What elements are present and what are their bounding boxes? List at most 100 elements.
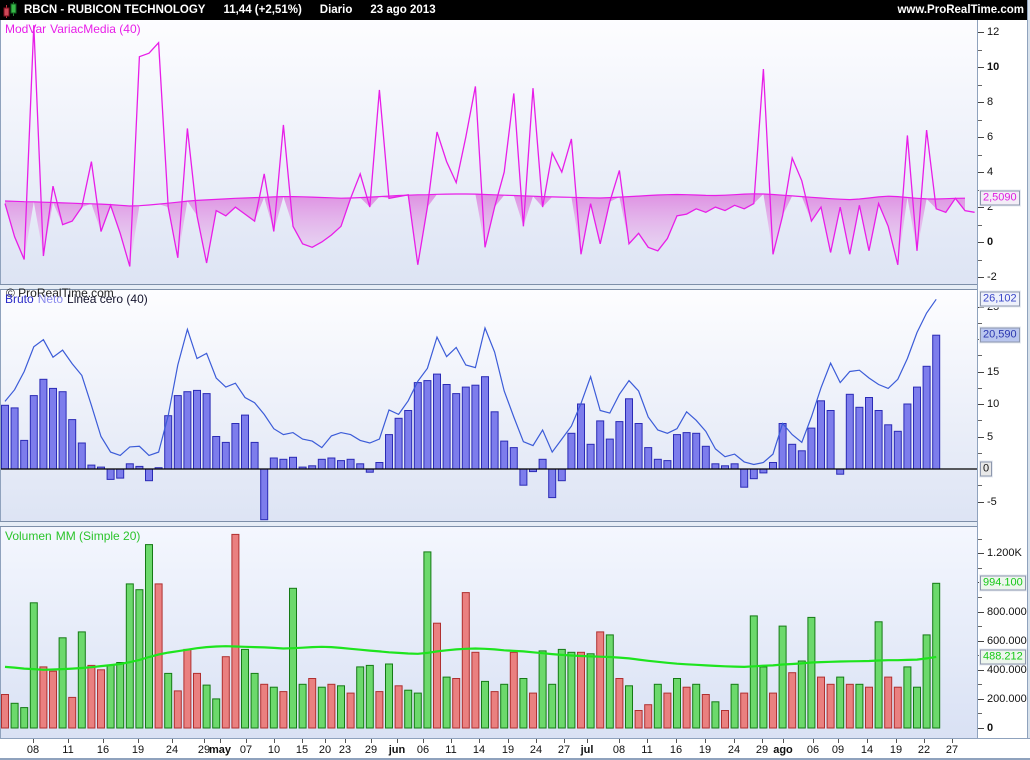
indicator-name-linea-cero: Linea cero (40) (67, 292, 148, 306)
axis-minor-tick (978, 50, 982, 51)
last-value-box-volume: 994.100 (980, 576, 1026, 591)
axis-tick-label: -5 (987, 496, 997, 508)
date-label: 16 (670, 744, 682, 756)
date-tick (397, 739, 398, 743)
indicator-name-volumen: Volumen (5, 529, 52, 543)
month-label: ago (773, 744, 793, 756)
axis-tick (978, 553, 984, 554)
date-label: 06 (417, 744, 429, 756)
last-value-box-neto: 20,590 (980, 328, 1020, 343)
date-label: 09 (832, 744, 844, 756)
date-tick (813, 739, 814, 743)
indicator-name-bruto: Bruto (5, 292, 34, 306)
date-tick (838, 739, 839, 743)
date-label: 19 (699, 744, 711, 756)
date-label: 14 (473, 744, 485, 756)
axis-tick-label: -2 (987, 271, 997, 283)
volume-bars (2, 534, 940, 728)
date-tick (705, 739, 706, 743)
axis-tick (978, 612, 984, 613)
candlestick-icon (3, 2, 18, 19)
date-label: 27 (946, 744, 958, 756)
month-label: may (209, 744, 231, 756)
bruto-neto-panel-label: BrutoNetoLinea cero (40) (5, 292, 152, 306)
date-tick (783, 739, 784, 743)
modvar-panel[interactable]: ModVarVariacMedia (40) © ProRealTime.com (0, 20, 977, 284)
neto-line (5, 299, 936, 464)
last-value-box-volume-ma: 488.212 (980, 649, 1026, 664)
date-tick (423, 739, 424, 743)
modvar-chart[interactable] (1, 20, 978, 284)
axis-tick (978, 32, 984, 33)
axis-minor-tick (978, 323, 982, 324)
indicator-name-modvar: ModVar (5, 22, 46, 36)
axis-minor-tick (978, 388, 982, 389)
date-tick (734, 739, 735, 743)
date-label: 24 (728, 744, 740, 756)
axis-tick (978, 277, 984, 278)
axis-tick (978, 372, 984, 373)
timeframe-label: Diario (320, 4, 353, 16)
date-tick (952, 739, 953, 743)
bruto-neto-panel[interactable]: BrutoNetoLinea cero (40) (0, 290, 977, 521)
axis-tick-label: 5 (987, 431, 993, 443)
date-label: 15 (296, 744, 308, 756)
indicator-name-variacmedia: VariacMedia (40) (50, 22, 140, 36)
month-label: jun (389, 744, 406, 756)
last-value-box-bruto: 26,102 (980, 292, 1020, 307)
date-label: 11 (641, 744, 652, 756)
axis-tick-label: 10 (987, 398, 999, 410)
date-tick (647, 739, 648, 743)
axis-minor-tick (978, 225, 982, 226)
instrument-title: RBCN - RUBICON TECHNOLOGY (24, 4, 205, 16)
time-axis[interactable]: 081116192429may071015202329jun0611141924… (0, 738, 1030, 758)
date-tick (138, 739, 139, 743)
session-date: 23 ago 2013 (370, 4, 435, 16)
date-tick (451, 739, 452, 743)
axis-tick-label: 800.000 (987, 606, 1027, 618)
axis-tick-label: 0 (987, 722, 993, 734)
date-tick (302, 739, 303, 743)
axis-tick-label: 15 (987, 366, 999, 378)
axis-tick (978, 67, 984, 68)
axis-tick-label: 6 (987, 131, 993, 143)
last-value-box-variacmedia: 2,5090 (980, 191, 1020, 206)
date-label: 16 (97, 744, 109, 756)
axis-tick (978, 172, 984, 173)
volume-panel-label: VolumenMM (Simple 20) (5, 529, 144, 543)
date-tick (867, 739, 868, 743)
site-url: www.ProRealTime.com (897, 4, 1024, 16)
axis-minor-tick (978, 485, 982, 486)
date-tick (896, 739, 897, 743)
date-tick (220, 739, 221, 743)
date-tick (479, 739, 480, 743)
date-tick (345, 739, 346, 743)
date-tick (246, 739, 247, 743)
month-label: jul (581, 744, 594, 756)
date-tick (204, 739, 205, 743)
date-label: 11 (62, 744, 73, 756)
axis-minor-tick (978, 568, 982, 569)
volume-panel[interactable]: VolumenMM (Simple 20) (0, 527, 977, 738)
axis-minor-tick (978, 684, 982, 685)
axis-minor-tick (978, 120, 982, 121)
date-label: 20 (319, 744, 331, 756)
axis-minor-tick (978, 260, 982, 261)
modvar-panel-label: ModVar VariacMedia (40) (5, 22, 145, 36)
date-label: 19 (132, 744, 144, 756)
axis-tick-label: 10 (987, 61, 999, 73)
price-axis[interactable]: 121086420-22,50902515105-526,10220,59001… (977, 20, 1027, 758)
date-tick (508, 739, 509, 743)
axis-tick (978, 207, 984, 208)
bruto-neto-chart[interactable] (1, 290, 978, 521)
date-tick (172, 739, 173, 743)
date-tick (33, 739, 34, 743)
axis-minor-tick (978, 155, 982, 156)
date-label: 14 (861, 744, 873, 756)
title-bar: RBCN - RUBICON TECHNOLOGY 11,44 (+2,51%)… (0, 0, 1030, 20)
axis-tick (978, 102, 984, 103)
date-label: 22 (918, 744, 930, 756)
volume-chart[interactable] (1, 527, 978, 738)
axis-tick-label: 400.000 (987, 664, 1027, 676)
date-tick (274, 739, 275, 743)
